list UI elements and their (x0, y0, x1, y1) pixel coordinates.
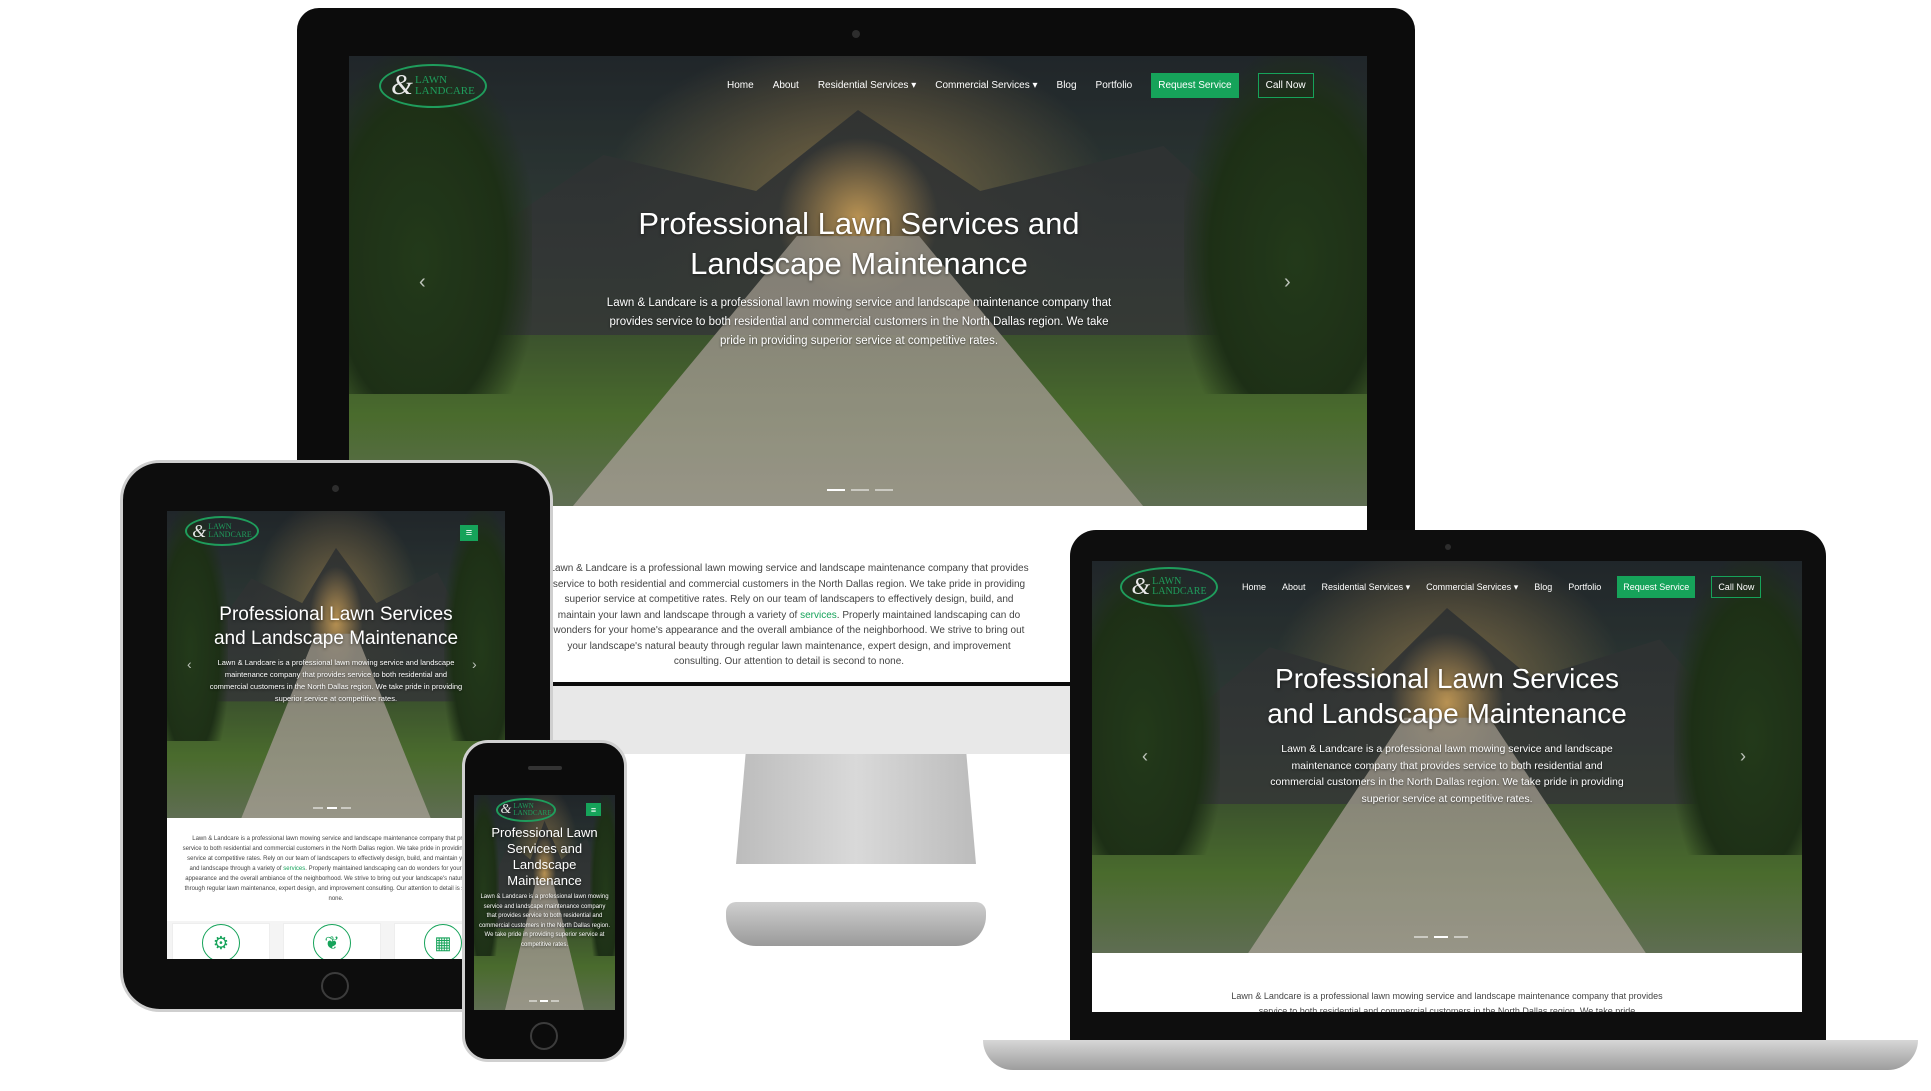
nav-home[interactable]: Home (1242, 582, 1266, 592)
service-card[interactable]: ⚙ (172, 923, 270, 959)
slider-dot[interactable] (827, 489, 845, 491)
plant-icon: ❦ (313, 924, 351, 959)
brand-logo[interactable]: & LAWN LANDCARE (496, 798, 556, 822)
slider-dots (1414, 936, 1468, 938)
building-icon: ▦ (424, 924, 462, 959)
chevron-down-icon: ▾ (1513, 581, 1519, 592)
desktop-camera (852, 30, 860, 38)
service-card[interactable]: ❦ (283, 923, 381, 959)
nav-blog[interactable]: Blog (1534, 582, 1552, 592)
menu-toggle-button[interactable]: ≡ (586, 803, 601, 816)
slider-prev-arrow[interactable]: ‹ (419, 271, 426, 294)
slider-dots (827, 489, 893, 491)
nav-commercial[interactable]: Commercial Services ▾ (1426, 582, 1518, 593)
slider-dot[interactable] (540, 1000, 548, 1002)
slider-dot[interactable] (327, 807, 337, 809)
tablet-camera (332, 485, 339, 492)
slider-dot[interactable] (851, 489, 869, 491)
brand-logo[interactable]: & LAWN LANDCARE (185, 516, 259, 546)
hero-description: Lawn & Landcare is a professional lawn m… (606, 297, 1112, 347)
brand-line-2: LANDCARE (208, 530, 252, 539)
slider-dot[interactable] (1454, 936, 1468, 938)
hero-description: Lawn & Landcare is a professional lawn m… (209, 658, 463, 703)
main-nav: Home About Residential Services ▾ Commer… (727, 71, 1314, 99)
mower-icon: ⚙ (202, 924, 240, 959)
slider-dot[interactable] (1434, 936, 1448, 938)
slider-dot[interactable] (313, 807, 323, 809)
nav-residential[interactable]: Residential Services ▾ (818, 80, 916, 91)
hero-title: Professional Lawn Services and Landscape… (491, 825, 598, 888)
hamburger-icon: ≡ (590, 804, 597, 815)
laptop-camera (1445, 544, 1451, 550)
hero-title: Professional Lawn Services and Landscape… (213, 604, 459, 649)
hero-content: Professional Lawn Services and Landscape… (599, 204, 1119, 351)
request-service-button[interactable]: Request Service (1617, 576, 1696, 598)
slider-dots (313, 807, 351, 809)
hero-content: Professional Lawn Services and Landscape… (478, 825, 611, 950)
tablet-home-button[interactable] (321, 972, 349, 1000)
phone-speaker (528, 766, 562, 770)
hero-description: Lawn & Landcare is a professional lawn m… (478, 894, 611, 948)
brand-line-2: LANDCARE (513, 809, 552, 817)
nav-residential[interactable]: Residential Services ▾ (1322, 582, 1411, 593)
call-now-button[interactable]: Call Now (1257, 72, 1314, 98)
intro-paragraph: Lawn & Landcare is a professional lawn m… (549, 563, 1029, 667)
brand-logo[interactable]: & LAWN LANDCARE (379, 64, 487, 108)
slider-next-arrow[interactable]: › (472, 656, 477, 672)
nav-commercial[interactable]: Commercial Services ▾ (935, 80, 1037, 91)
nav-about[interactable]: About (773, 80, 799, 91)
desktop-stand-base (726, 902, 986, 946)
laptop-base (983, 1040, 1918, 1070)
slider-next-arrow[interactable]: › (1284, 271, 1291, 294)
chevron-down-icon: ▾ (1032, 79, 1038, 91)
phone-screen: & LAWN LANDCARE ≡ Professional Lawn Serv… (474, 795, 615, 1010)
slider-prev-arrow[interactable]: ‹ (187, 656, 192, 672)
hero-description: Lawn & Landcare is a professional lawn m… (1270, 743, 1624, 805)
menu-toggle-button[interactable]: ≡ (460, 525, 478, 541)
services-link[interactable]: services (283, 866, 305, 872)
laptop-screen: & LAWN LANDCARE Home About Residential S… (1092, 561, 1802, 1012)
slider-dot[interactable] (1414, 936, 1428, 938)
brand-line-2: LANDCARE (414, 85, 475, 97)
hamburger-icon: ≡ (465, 527, 473, 539)
intro-paragraph: Lawn & Landcare is a professional lawn m… (1231, 991, 1663, 1012)
nav-home[interactable]: Home (727, 80, 754, 91)
slider-dot[interactable] (875, 489, 893, 491)
hero-content: Professional Lawn Services and Landscape… (1267, 661, 1627, 807)
hero-title: Professional Lawn Services and Landscape… (1267, 663, 1627, 729)
slider-prev-arrow[interactable]: ‹ (1142, 746, 1148, 767)
slider-next-arrow[interactable]: › (1740, 746, 1746, 767)
hero-content: Professional Lawn Services and Landscape… (205, 603, 467, 705)
brand-line-2: LANDCARE (1152, 586, 1207, 597)
slider-dot[interactable] (529, 1000, 537, 1002)
slider-dot[interactable] (341, 807, 351, 809)
chevron-down-icon: ▾ (1405, 581, 1411, 592)
slider-dots (529, 1000, 559, 1002)
main-nav: Home About Residential Services ▾ Commer… (1242, 575, 1762, 599)
brand-logo[interactable]: & LAWN LANDCARE (1120, 567, 1218, 607)
desktop-stand-neck (736, 754, 976, 864)
nav-blog[interactable]: Blog (1057, 80, 1077, 91)
nav-portfolio[interactable]: Portfolio (1568, 582, 1601, 592)
services-link[interactable]: services (800, 610, 837, 621)
hero-title: Professional Lawn Services and Landscape… (638, 206, 1080, 281)
nav-about[interactable]: About (1282, 582, 1306, 592)
slider-dot[interactable] (551, 1000, 559, 1002)
intro-paragraph: Lawn & Landcare is a professional lawn m… (182, 836, 490, 902)
phone-home-button[interactable] (530, 1022, 558, 1050)
chevron-down-icon: ▾ (911, 79, 917, 91)
tablet-screen: & LAWN LANDCARE ≡ ‹ › Professional Lawn … (167, 511, 505, 959)
nav-portfolio[interactable]: Portfolio (1096, 80, 1133, 91)
request-service-button[interactable]: Request Service (1151, 72, 1239, 98)
call-now-button[interactable]: Call Now (1711, 576, 1762, 598)
